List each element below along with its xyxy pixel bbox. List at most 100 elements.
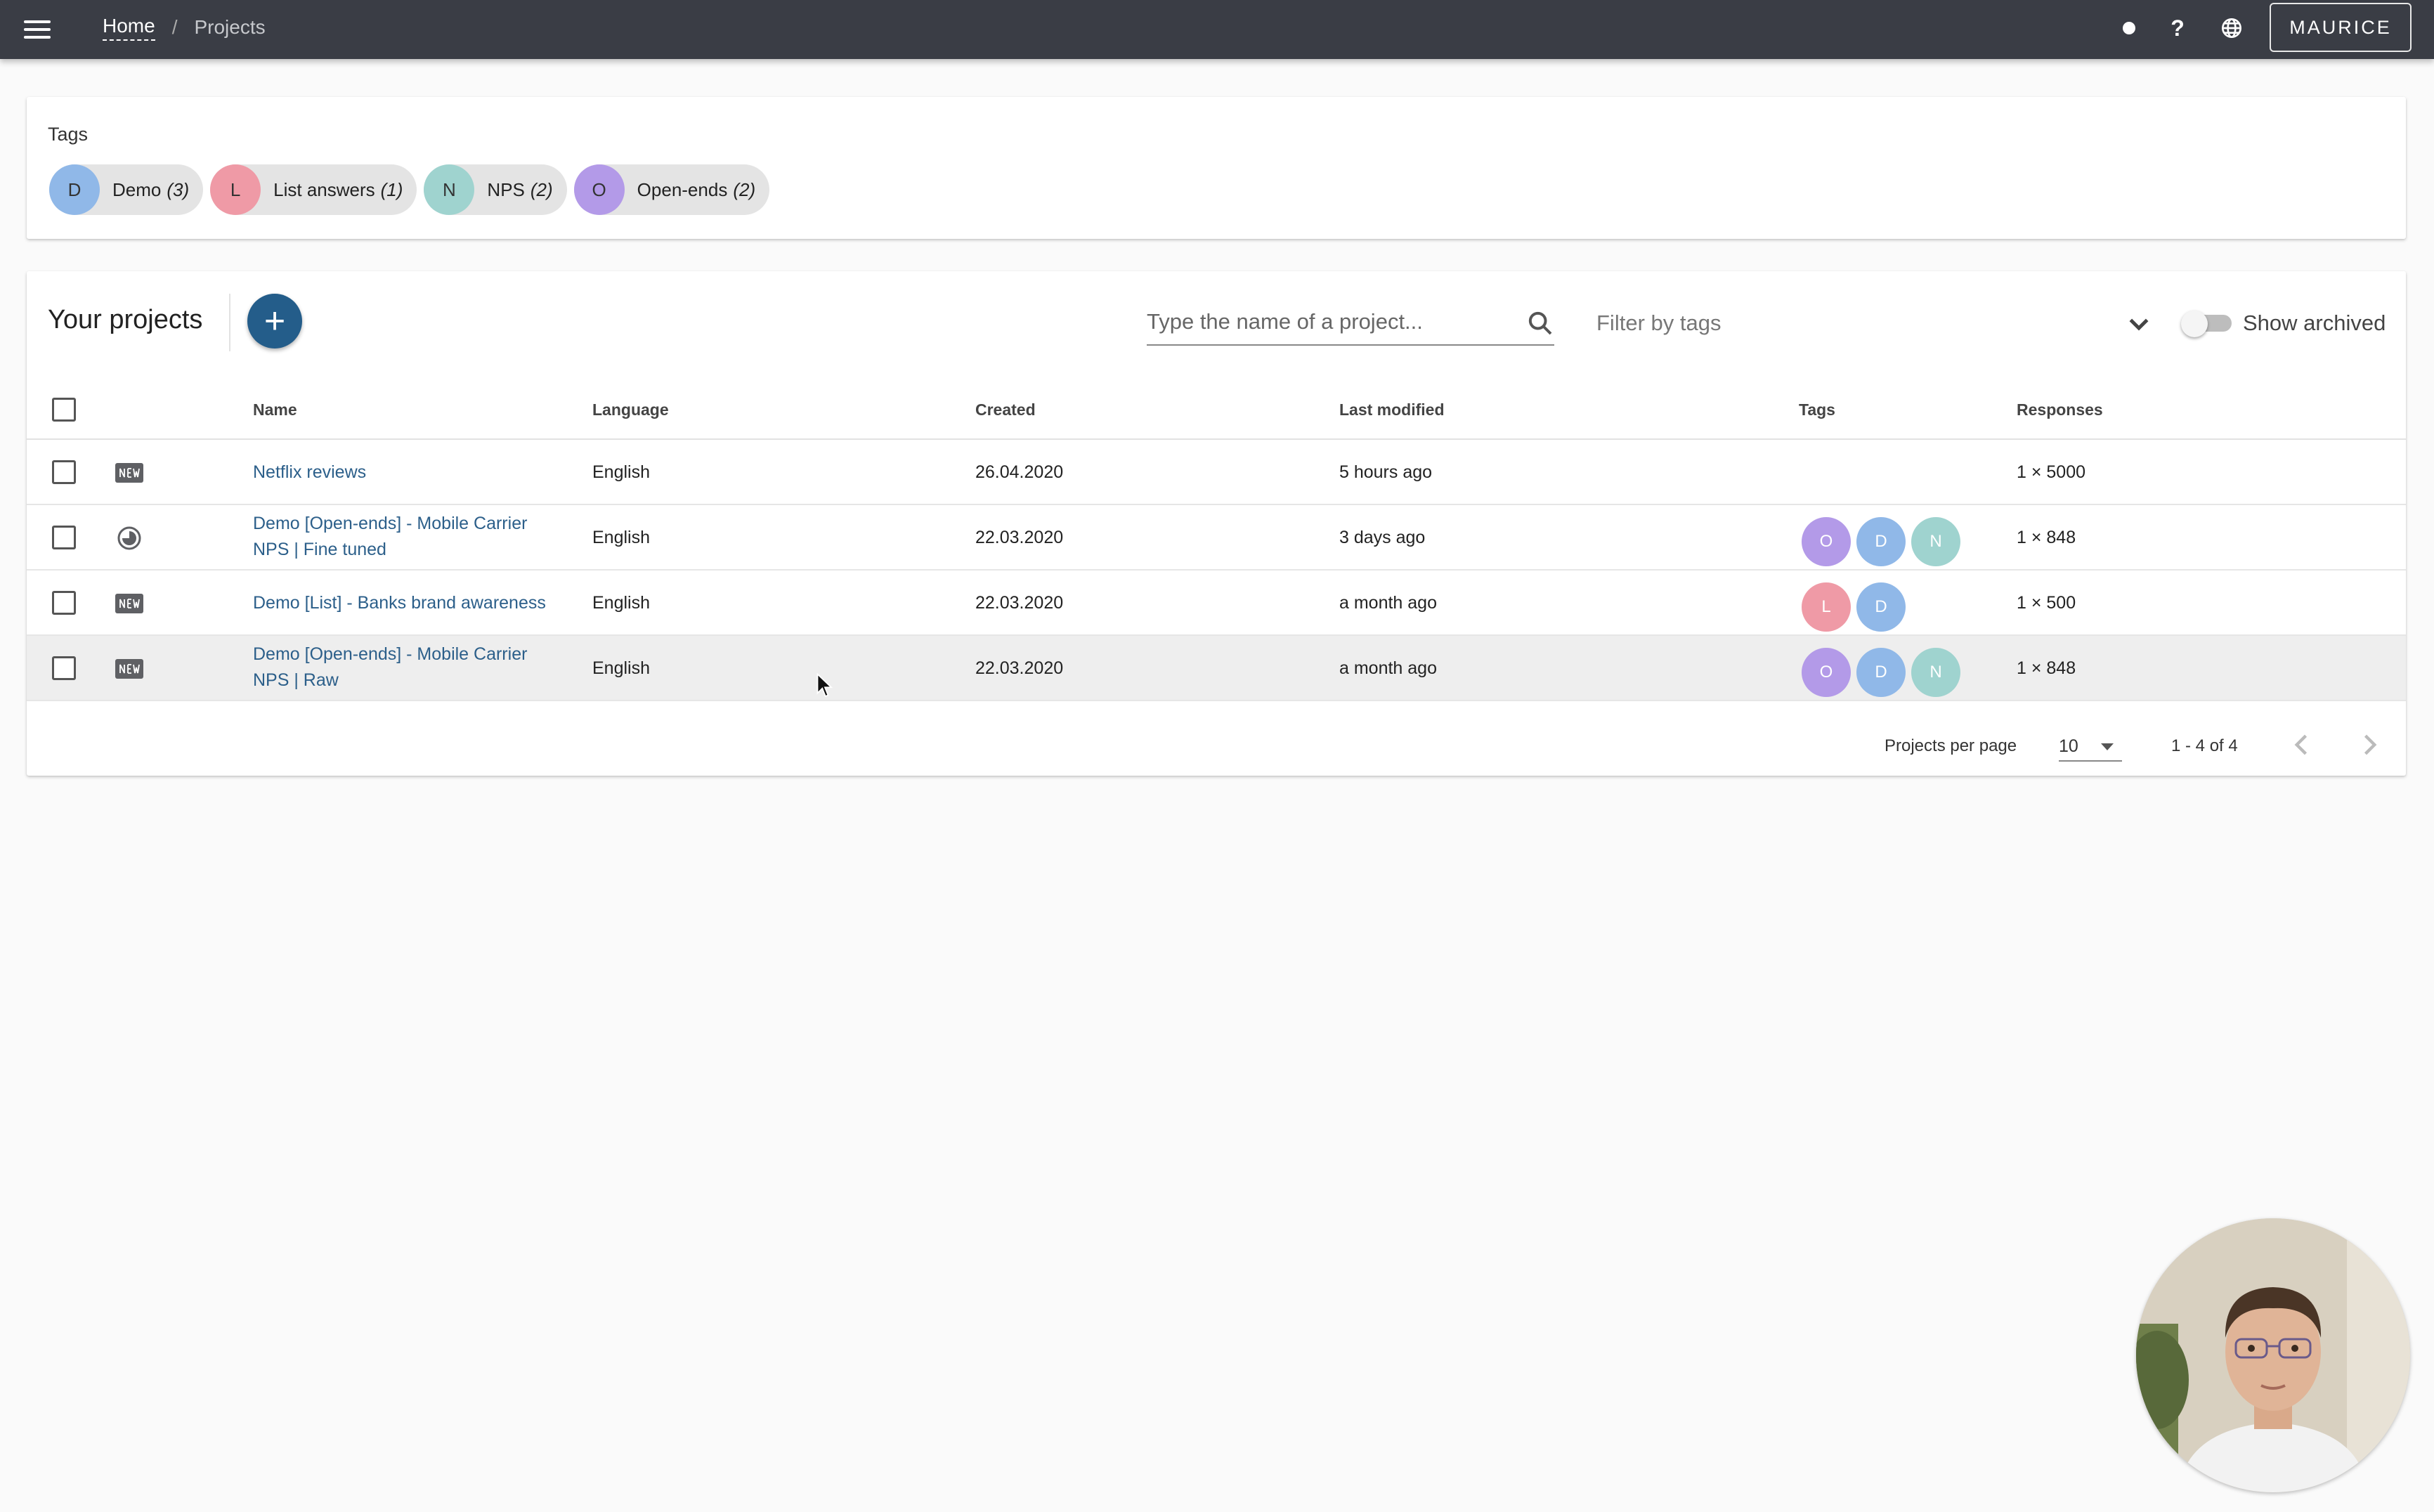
show-archived-label: Show archived [2243, 311, 2386, 335]
chip-label: NPS [487, 178, 525, 200]
chip-avatar: O [573, 164, 625, 215]
title-divider [229, 294, 230, 351]
project-last-modified: 5 hours ago [1339, 462, 1433, 482]
chip-avatar: N [424, 164, 475, 215]
projects-per-page-value: 10 [2059, 736, 2078, 756]
previous-page-icon[interactable] [2286, 729, 2317, 760]
breadcrumb-separator: / [171, 16, 178, 38]
chip-label: List answers [273, 178, 375, 200]
tag-chip-list: D Demo (3) L List answers (1) N NPS (2) … [49, 164, 770, 215]
project-responses: 1 × 500 [2017, 593, 2076, 613]
column-header-name[interactable]: Name [253, 400, 297, 419]
add-project-button[interactable]: + [247, 294, 302, 348]
new-badge-icon [115, 659, 143, 679]
tags-title: Tags [48, 124, 89, 145]
breadcrumb-current: Projects [194, 16, 266, 38]
project-responses: 1 × 848 [2017, 528, 2076, 547]
project-name-link[interactable]: Demo [List] - Banks brand awareness [253, 590, 618, 616]
project-name-link[interactable]: Netflix reviews [253, 460, 562, 485]
table-row[interactable]: Demo [List] - Banks brand awareness Engl… [27, 571, 2406, 636]
chip-count: (2) [733, 178, 756, 200]
projects-per-page-label: Projects per page [1885, 736, 2017, 755]
project-tag-avatar: L [1802, 582, 1851, 632]
projects-title: Your projects [48, 305, 203, 334]
caret-down-icon [2101, 743, 2114, 750]
chevron-down-icon [2129, 318, 2149, 331]
project-created: 22.03.2020 [975, 528, 1064, 547]
column-header-created[interactable]: Created [975, 400, 1036, 419]
webcam-video-overlay [2136, 1218, 2410, 1492]
user-account-button[interactable]: MAURICE [2270, 3, 2412, 52]
row-checkbox[interactable] [52, 656, 76, 680]
chip-label: Open-ends [637, 178, 728, 200]
project-created: 22.03.2020 [975, 593, 1064, 613]
chip-label: Demo [112, 178, 162, 200]
menu-icon[interactable] [24, 15, 52, 44]
progress-circle-icon [117, 526, 141, 550]
table-header-row: Name Language Created Last modified Tags… [27, 375, 2406, 440]
table-row[interactable]: Demo [Open-ends] - Mobile Carrier NPS | … [27, 636, 2406, 701]
tag-chip-demo[interactable]: D Demo (3) [49, 164, 204, 215]
new-badge-icon [115, 463, 143, 483]
column-header-tags: Tags [1799, 400, 1835, 419]
help-icon[interactable]: ? [2163, 14, 2192, 42]
project-tag-avatar: O [1802, 517, 1851, 566]
row-checkbox[interactable] [52, 526, 76, 549]
row-checkbox[interactable] [52, 591, 76, 615]
column-header-responses[interactable]: Responses [2017, 400, 2103, 419]
tag-chip-nps[interactable]: N NPS (2) [424, 164, 567, 215]
project-last-modified: a month ago [1339, 593, 1437, 613]
project-search-input[interactable] [1147, 301, 1512, 343]
tag-chip-open-ends[interactable]: O Open-ends (2) [573, 164, 770, 215]
filter-by-tags-label: Filter by tags [1596, 311, 1722, 335]
table-row[interactable]: Netflix reviews English 26.04.2020 5 hou… [27, 440, 2406, 505]
projects-per-page-select[interactable]: 10 [2059, 726, 2122, 762]
projects-card: Your projects + Filter by tags Show arch… [27, 271, 2406, 776]
breadcrumb-home-link[interactable]: Home [103, 15, 155, 41]
chip-count: (3) [167, 178, 190, 200]
project-tag-avatar: N [1911, 648, 1960, 697]
chip-avatar: D [49, 164, 100, 215]
project-search [1147, 301, 1554, 346]
show-archived-toggle[interactable] [2181, 311, 2234, 337]
table-row[interactable]: Demo [Open-ends] - Mobile Carrier NPS | … [27, 505, 2406, 571]
tag-chip-list-answers[interactable]: L List answers (1) [210, 164, 417, 215]
status-dot-icon[interactable] [2115, 14, 2143, 42]
mouse-cursor-icon [816, 673, 833, 698]
chip-avatar: L [210, 164, 261, 215]
pagination-bar: Projects per page 10 1 - 4 of 4 [27, 714, 2406, 770]
project-created: 22.03.2020 [975, 658, 1064, 678]
project-responses: 1 × 848 [2017, 658, 2076, 678]
project-tag-avatar: O [1802, 648, 1851, 697]
project-last-modified: a month ago [1339, 658, 1437, 678]
search-icon[interactable] [1526, 309, 1554, 337]
project-tag-avatar: N [1911, 517, 1960, 566]
column-header-language[interactable]: Language [592, 400, 669, 419]
project-language: English [592, 593, 650, 613]
project-tag-avatar: D [1856, 582, 1906, 632]
project-name-link[interactable]: Demo [Open-ends] - Mobile Carrier NPS | … [253, 641, 562, 693]
top-bar: Home / Projects ? MAURICE [0, 0, 2434, 59]
select-all-checkbox[interactable] [52, 398, 76, 422]
column-header-last-modified[interactable]: Last modified [1339, 400, 1445, 419]
project-language: English [592, 462, 650, 482]
project-language: English [592, 658, 650, 678]
tags-card: Tags D Demo (3) L List answers (1) N NPS… [27, 97, 2406, 239]
project-responses: 1 × 5000 [2017, 462, 2086, 482]
presenter-image [2136, 1218, 2410, 1492]
pagination-range: 1 - 4 of 4 [2171, 736, 2238, 755]
next-page-icon[interactable] [2354, 729, 2385, 760]
toggle-thumb [2181, 311, 2208, 337]
filter-by-tags-select[interactable]: Filter by tags [1596, 301, 2159, 346]
chip-count: (1) [380, 178, 403, 200]
chip-count: (2) [530, 178, 553, 200]
new-badge-icon [115, 594, 143, 613]
breadcrumb: Home / Projects [103, 0, 266, 55]
project-tag-avatar: D [1856, 648, 1906, 697]
project-last-modified: 3 days ago [1339, 528, 1426, 547]
row-checkbox[interactable] [52, 460, 76, 484]
project-name-link[interactable]: Demo [Open-ends] - Mobile Carrier NPS | … [253, 511, 562, 563]
project-language: English [592, 528, 650, 547]
globe-icon[interactable] [2218, 14, 2246, 42]
project-created: 26.04.2020 [975, 462, 1064, 482]
